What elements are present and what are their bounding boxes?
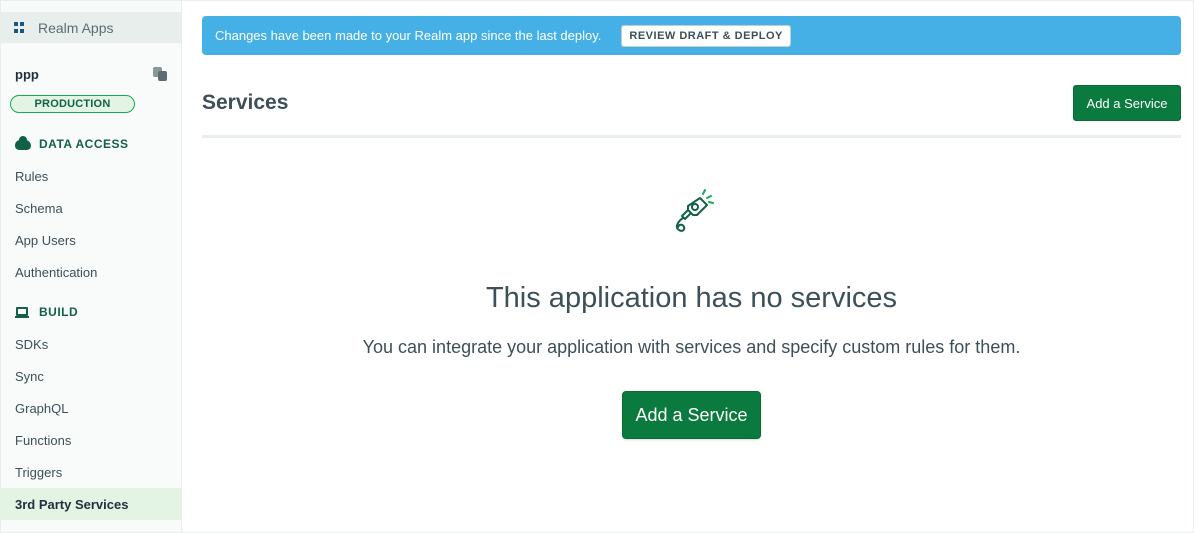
- empty-state-subtitle: You can integrate your application with …: [362, 337, 1021, 357]
- build-icon: [15, 306, 31, 318]
- sidebar-item-rules[interactable]: Rules: [1, 160, 181, 192]
- sidebar-item-schema[interactable]: Schema: [1, 192, 181, 224]
- grid-icon: [14, 22, 25, 33]
- realm-apps-label: Realm Apps: [38, 19, 114, 36]
- sidebar-item-authentication[interactable]: Authentication: [1, 256, 181, 288]
- plug-icon: [675, 189, 714, 232]
- divider: [202, 135, 1181, 138]
- review-draft-deploy-button[interactable]: REVIEW DRAFT & DEPLOY: [621, 24, 791, 47]
- main-content: Changes have been made to your Realm app…: [182, 1, 1193, 532]
- section-title: DATA ACCESS: [39, 137, 129, 151]
- sidebar-item-functions[interactable]: Functions: [1, 424, 181, 456]
- empty-state-title: This application has no services: [485, 282, 898, 314]
- add-service-button[interactable]: Add a Service: [622, 391, 761, 439]
- app-name: ppp: [15, 66, 39, 82]
- sidebar-item-triggers[interactable]: Triggers: [1, 456, 181, 488]
- sidebar-item-graphql[interactable]: GraphQL: [1, 392, 181, 424]
- environment-badge: PRODUCTION: [10, 95, 135, 113]
- sidebar-item-sdks[interactable]: SDKs: [1, 328, 181, 360]
- deploy-banner: Changes have been made to your Realm app…: [202, 16, 1181, 55]
- section-data-access: DATA ACCESS: [1, 136, 181, 152]
- sidebar-item-app-users[interactable]: App Users: [1, 224, 181, 256]
- app-header: ppp: [1, 65, 181, 83]
- page-title: Services: [202, 91, 289, 114]
- empty-state: This application has no services You can…: [202, 186, 1181, 439]
- sidebar: Realm Apps ppp PRODUCTION DATA ACCESS Ru…: [1, 1, 182, 532]
- copy-icon[interactable]: [152, 66, 168, 82]
- cloud-icon: [15, 136, 31, 150]
- app-frame: Realm Apps ppp PRODUCTION DATA ACCESS Ru…: [0, 0, 1194, 533]
- banner-message: Changes have been made to your Realm app…: [215, 28, 602, 43]
- add-service-button-header[interactable]: Add a Service: [1073, 85, 1181, 121]
- section-title: BUILD: [39, 305, 79, 319]
- sidebar-item-3rd-party-services[interactable]: 3rd Party Services: [1, 488, 181, 520]
- sidebar-item-sync[interactable]: Sync: [1, 360, 181, 392]
- realm-apps-link[interactable]: Realm Apps: [1, 12, 181, 43]
- section-build: BUILD: [1, 304, 181, 320]
